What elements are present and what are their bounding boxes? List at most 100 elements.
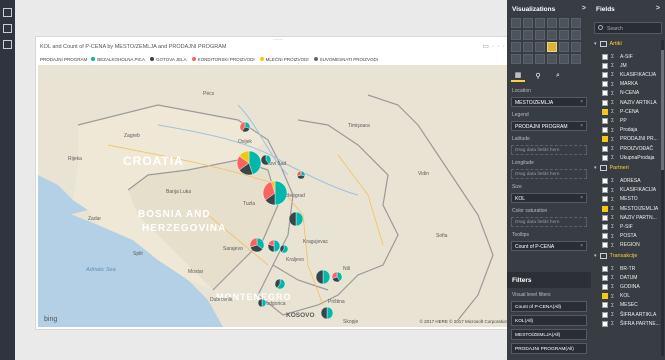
collapse-fields-icon[interactable]: > xyxy=(656,5,660,12)
data-view-icon[interactable] xyxy=(3,24,12,33)
field-item[interactable]: Σ REGION xyxy=(602,241,664,250)
visual-type-icon[interactable] xyxy=(511,30,521,40)
legend-item[interactable]: KONDITORSKI PROIZVODI xyxy=(191,57,255,62)
visual-type-icon[interactable] xyxy=(547,18,557,28)
filter-card[interactable]: KOL(All) xyxy=(511,315,587,326)
field-item[interactable]: Σ PRODAJNI PR... xyxy=(602,135,664,144)
field-checkbox[interactable] xyxy=(602,154,608,161)
pie-bubble[interactable] xyxy=(260,154,272,166)
field-item[interactable]: Σ PP xyxy=(602,116,664,125)
field-item[interactable]: Σ N-CENA xyxy=(602,89,664,98)
table-header[interactable]: ▾ Partneri xyxy=(594,165,629,172)
pie-bubble[interactable] xyxy=(331,271,343,283)
visual-type-icon[interactable] xyxy=(523,18,533,28)
visual-type-icon[interactable] xyxy=(511,18,521,28)
visual-type-icon[interactable] xyxy=(523,42,533,52)
visual-type-icon[interactable] xyxy=(523,54,533,64)
pie-bubble[interactable] xyxy=(274,278,286,290)
well-dropzone[interactable]: Drag data fields here xyxy=(511,169,587,179)
field-item[interactable]: Σ ŠIFRA ARTIKLA xyxy=(602,310,664,319)
relationships-view-icon[interactable] xyxy=(3,40,12,49)
visual-type-icon[interactable] xyxy=(535,54,545,64)
visual-type-icon[interactable] xyxy=(547,54,557,64)
visual-type-icon[interactable] xyxy=(559,54,569,64)
filter-card[interactable]: PRODAJNI PROGRAM(All) xyxy=(511,343,587,354)
field-item[interactable]: Σ PROIZVOĐAČ xyxy=(602,144,664,153)
field-checkbox[interactable] xyxy=(602,117,608,124)
visual-type-icon[interactable] xyxy=(571,42,581,52)
expand-caret-icon[interactable]: ▾ xyxy=(594,165,597,171)
field-checkbox[interactable] xyxy=(602,233,608,240)
expand-caret-icon[interactable]: ▾ xyxy=(594,253,597,259)
field-item[interactable]: Σ NAZIV ARTIKLA xyxy=(602,98,664,107)
field-checkbox[interactable] xyxy=(602,196,608,203)
report-view-icon[interactable] xyxy=(3,8,12,17)
filter-card[interactable]: MESTO/ZEMLJA(All) xyxy=(511,329,587,340)
field-item[interactable]: Σ MESEC xyxy=(602,301,664,310)
pie-bubble[interactable] xyxy=(262,180,288,206)
field-checkbox[interactable] xyxy=(602,145,608,152)
fields-scrollbar[interactable] xyxy=(661,40,664,356)
field-item[interactable]: Σ POSTA xyxy=(602,232,664,241)
field-checkbox[interactable] xyxy=(602,187,608,194)
field-checkbox[interactable] xyxy=(602,242,608,249)
field-item[interactable]: Σ DATUM xyxy=(602,273,664,282)
field-checkbox[interactable] xyxy=(602,81,608,88)
field-checkbox[interactable] xyxy=(602,108,608,115)
well-field[interactable]: Count of P-CENA × xyxy=(511,241,587,251)
field-checkbox[interactable] xyxy=(602,136,608,143)
field-item[interactable]: Σ KLASIFIKACIJA xyxy=(602,70,664,79)
scrollbar-thumb[interactable] xyxy=(661,50,664,170)
field-checkbox[interactable] xyxy=(602,293,608,300)
pie-bubble[interactable] xyxy=(236,150,262,176)
legend-item[interactable]: MLEČNI PROIZVODI xyxy=(259,57,309,62)
pie-bubble[interactable] xyxy=(315,269,331,285)
field-item[interactable]: Σ MESTO/ZEMLJA xyxy=(602,204,664,213)
pie-bubble[interactable] xyxy=(320,306,334,320)
field-checkbox[interactable] xyxy=(602,53,608,60)
remove-field-icon[interactable]: × xyxy=(580,123,583,129)
field-checkbox[interactable] xyxy=(602,62,608,69)
field-item[interactable]: Σ UkupnaProdaja xyxy=(602,153,664,162)
visual-type-icon[interactable] xyxy=(571,18,581,28)
visual-type-icon[interactable] xyxy=(511,42,521,52)
field-item[interactable]: Σ Prodaja xyxy=(602,126,664,135)
visual-type-icon[interactable] xyxy=(559,18,569,28)
field-item[interactable]: Σ KLASIFIKACIJA xyxy=(602,186,664,195)
fields-tab-icon[interactable]: ▦ xyxy=(511,70,525,82)
visual-type-icon[interactable] xyxy=(535,30,545,40)
field-checkbox[interactable] xyxy=(602,99,608,106)
table-header[interactable]: ▾ Artikl xyxy=(594,41,622,47)
format-tab-icon[interactable]: ⚲ xyxy=(531,70,545,82)
field-checkbox[interactable] xyxy=(602,311,608,318)
legend-item[interactable]: SUVOMESNATI PROIZVODI xyxy=(313,57,378,62)
pie-bubble[interactable] xyxy=(288,211,304,227)
pie-bubble[interactable] xyxy=(296,170,306,180)
well-dropzone[interactable]: Drag data fields here xyxy=(511,217,587,227)
visual-type-icon[interactable] xyxy=(523,30,533,40)
field-item[interactable]: Σ P-SIF xyxy=(602,222,664,231)
well-field[interactable]: PRODAJNI PROGRAM × xyxy=(511,121,587,131)
map-visual[interactable]: ····· KOL and Count of P-CENA by MESTO/Z… xyxy=(35,36,515,330)
field-checkbox[interactable] xyxy=(602,127,608,134)
collapse-visualizations-icon[interactable]: > xyxy=(582,5,586,12)
field-item[interactable]: Σ BR-TR xyxy=(602,264,664,273)
bing-map[interactable]: CROATIA BOSNIA AND HERZEGOVINA MONTENEGR… xyxy=(38,65,512,327)
pie-bubble[interactable] xyxy=(267,239,281,253)
visual-type-icon[interactable] xyxy=(571,54,581,64)
field-checkbox[interactable] xyxy=(602,205,608,212)
remove-field-icon[interactable]: × xyxy=(580,99,583,105)
field-checkbox[interactable] xyxy=(602,283,608,290)
field-item[interactable]: Σ P-CENA xyxy=(602,107,664,116)
legend-item[interactable]: BEZALKOHOLNA PICA xyxy=(91,57,145,62)
visual-type-icon[interactable] xyxy=(559,30,569,40)
remove-field-icon[interactable]: × xyxy=(580,195,583,201)
pie-bubble[interactable] xyxy=(239,121,251,133)
pie-bubble[interactable] xyxy=(257,298,267,308)
field-checkbox[interactable] xyxy=(602,71,608,78)
field-checkbox[interactable] xyxy=(602,302,608,309)
visual-type-icon[interactable] xyxy=(547,30,557,40)
field-item[interactable]: Σ KOL xyxy=(602,292,664,301)
field-item[interactable]: Σ NAZIV PARTN... xyxy=(602,213,664,222)
field-checkbox[interactable] xyxy=(602,214,608,221)
